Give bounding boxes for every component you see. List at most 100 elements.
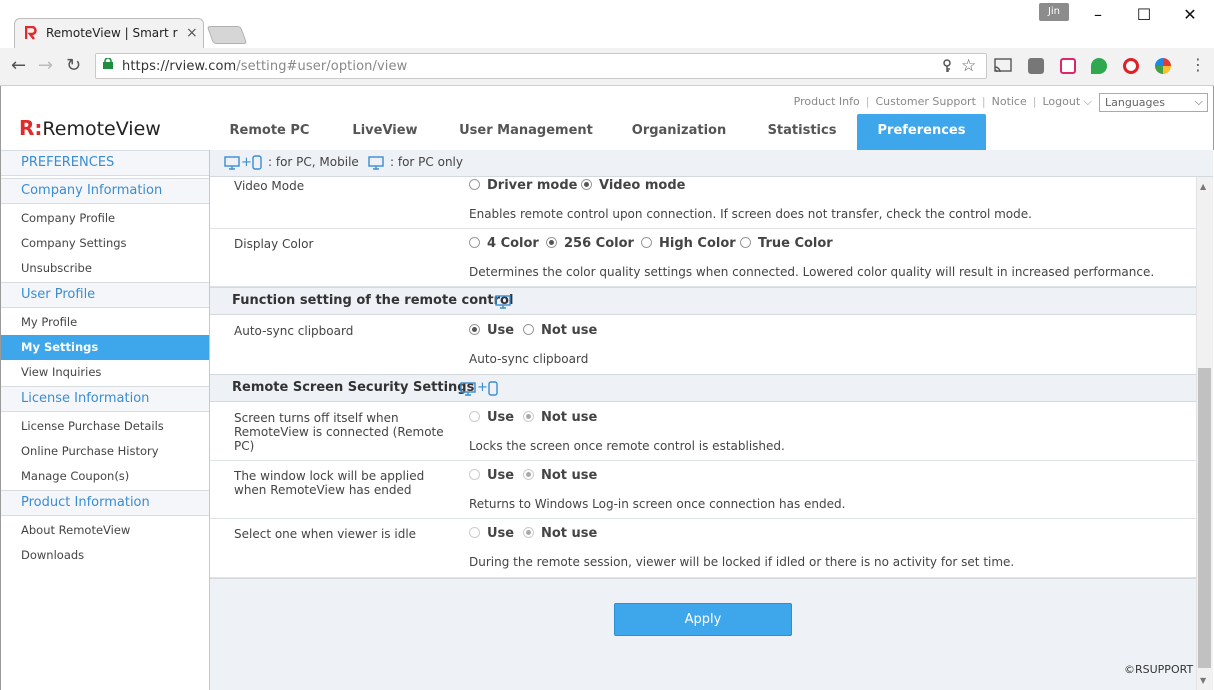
sidebar-item-manage-coupons[interactable]: Manage Coupon(s) (1, 464, 209, 489)
nav-liveview[interactable]: LiveView (336, 114, 434, 150)
opera-icon[interactable] (1123, 58, 1139, 74)
copyright: ©RSUPPORT (1124, 663, 1194, 676)
radio-idle-lock-not-use[interactable]: Not use (523, 526, 597, 541)
sidebar-item-view-inquiries[interactable]: View Inquiries (1, 360, 209, 385)
radio-4-color[interactable]: 4 Color (469, 236, 539, 251)
radio-video-mode[interactable]: Video mode (581, 178, 685, 193)
nav-statistics[interactable]: Statistics (752, 114, 852, 150)
radio-window-lock-not-use[interactable]: Not use (523, 468, 597, 483)
logout-link[interactable]: Logout (1042, 95, 1080, 108)
radio-checked-icon (523, 469, 534, 480)
language-select[interactable]: Languages ⌵ (1099, 93, 1208, 112)
setting-label: Video Mode (234, 179, 305, 193)
radio-true-color[interactable]: True Color (740, 236, 833, 251)
radio-auto-sync-use[interactable]: Use (469, 323, 514, 338)
key-icon[interactable] (941, 59, 953, 73)
nav-organization[interactable]: Organization (620, 114, 738, 150)
apply-button[interactable]: Apply (614, 603, 792, 636)
chevron-down-icon: ⌵ (1083, 95, 1092, 108)
setting-label: Auto-sync clipboard (234, 324, 354, 338)
sidebar-item-unsubscribe[interactable]: Unsubscribe (1, 256, 209, 281)
sidebar-heading-license-information[interactable]: License Information (1, 386, 209, 412)
scroll-down-icon[interactable]: ▼ (1200, 676, 1206, 685)
radio-icon (469, 179, 480, 190)
sidebar-item-company-settings[interactable]: Company Settings (1, 231, 209, 256)
nav-remote-pc[interactable]: Remote PC (213, 114, 326, 150)
extension-icon[interactable] (1091, 58, 1107, 74)
customer-support-link[interactable]: Customer Support (875, 95, 975, 108)
sidebar-heading-product-information[interactable]: Product Information (1, 490, 209, 516)
radio-driver-mode[interactable]: Driver mode (469, 178, 578, 193)
scrollbar-thumb[interactable] (1198, 368, 1211, 668)
monitor-icon (460, 382, 476, 396)
reload-icon[interactable]: ↻ (66, 55, 81, 76)
sidebar-item-about-remoteview[interactable]: About RemoteView (1, 518, 209, 543)
product-info-link[interactable]: Product Info (794, 95, 860, 108)
radio-icon (469, 469, 480, 480)
radio-icon (740, 237, 751, 248)
radio-icon (641, 237, 652, 248)
radio-icon (469, 527, 480, 538)
radio-checked-icon (581, 179, 592, 190)
sidebar-title: PREFERENCES (1, 150, 209, 176)
nav-user-management[interactable]: User Management (452, 114, 600, 150)
plus-icon: + (241, 155, 252, 170)
menu-icon[interactable]: ⋮ (1190, 55, 1206, 74)
extension-icon[interactable] (1060, 58, 1076, 74)
minimize-icon[interactable]: – (1075, 2, 1121, 28)
radio-icon (469, 237, 480, 248)
maximize-icon[interactable]: ☐ (1121, 2, 1167, 28)
sidebar-item-online-purchase-history[interactable]: Online Purchase History (1, 439, 209, 464)
scroll-up-icon[interactable]: ▲ (1200, 182, 1206, 191)
setting-label: Select one when viewer is idle (234, 527, 417, 541)
radio-icon (469, 411, 480, 422)
radio-screen-off-not-use[interactable]: Not use (523, 410, 597, 425)
radio-auto-sync-not-use[interactable]: Not use (523, 323, 597, 338)
sidebar-item-downloads[interactable]: Downloads (1, 543, 209, 568)
radio-icon (523, 324, 534, 335)
radio-idle-lock-use[interactable]: Use (469, 526, 514, 541)
legend-pc-only: : for PC only (390, 155, 463, 169)
monitor-icon (495, 295, 511, 309)
lock-icon (103, 58, 113, 69)
sidebar-item-my-settings[interactable]: My Settings (1, 335, 209, 360)
url-text: https://rview.com/setting#user/option/vi… (122, 59, 408, 74)
forward-icon[interactable]: → (38, 55, 53, 76)
radio-checked-icon (523, 411, 534, 422)
close-icon[interactable]: × (186, 25, 198, 41)
sidebar-item-company-profile[interactable]: Company Profile (1, 206, 209, 231)
plus-icon: + (477, 380, 488, 395)
radio-checked-icon (469, 324, 480, 335)
chevron-down-icon: ⌵ (1194, 95, 1203, 108)
logo[interactable]: R:RemoteView (19, 116, 161, 140)
legend-bar (210, 150, 1213, 177)
sidebar-item-my-profile[interactable]: My Profile (1, 310, 209, 335)
radio-window-lock-use[interactable]: Use (469, 468, 514, 483)
legend-pc-mobile: : for PC, Mobile (268, 155, 359, 169)
mobile-icon (488, 381, 498, 396)
radio-high-color[interactable]: High Color (641, 236, 736, 251)
radio-screen-off-use[interactable]: Use (469, 410, 514, 425)
mobile-icon (252, 155, 262, 170)
remoteview-favicon (25, 26, 37, 40)
top-links: Product Info | Customer Support | Notice | Log… (793, 95, 1092, 108)
new-tab-button[interactable] (206, 26, 248, 44)
back-icon[interactable]: ← (11, 55, 26, 76)
profile-badge[interactable]: Jin (1039, 3, 1069, 21)
setting-label: Screen turns off itself when RemoteView … (234, 411, 444, 453)
cast-icon[interactable] (994, 58, 1012, 74)
bookmark-star-icon[interactable]: ☆ (961, 56, 976, 76)
nav-preferences[interactable]: Preferences (857, 114, 986, 150)
section-security-heading: Remote Screen Security Settings (210, 374, 1196, 402)
window-close-icon[interactable]: ✕ (1167, 2, 1213, 28)
setting-description: Enables remote control upon connection. … (469, 207, 1032, 221)
notice-link[interactable]: Notice (992, 95, 1027, 108)
monitor-icon (368, 156, 384, 170)
setting-description: During the remote session, viewer will b… (469, 555, 1015, 569)
extension-icon[interactable] (1155, 58, 1171, 74)
extension-icon[interactable] (1028, 58, 1044, 74)
sidebar-heading-company-information[interactable]: Company Information (1, 178, 209, 204)
sidebar-item-license-purchase-details[interactable]: License Purchase Details (1, 414, 209, 439)
radio-256-color[interactable]: 256 Color (546, 236, 634, 251)
sidebar-heading-user-profile[interactable]: User Profile (1, 282, 209, 308)
